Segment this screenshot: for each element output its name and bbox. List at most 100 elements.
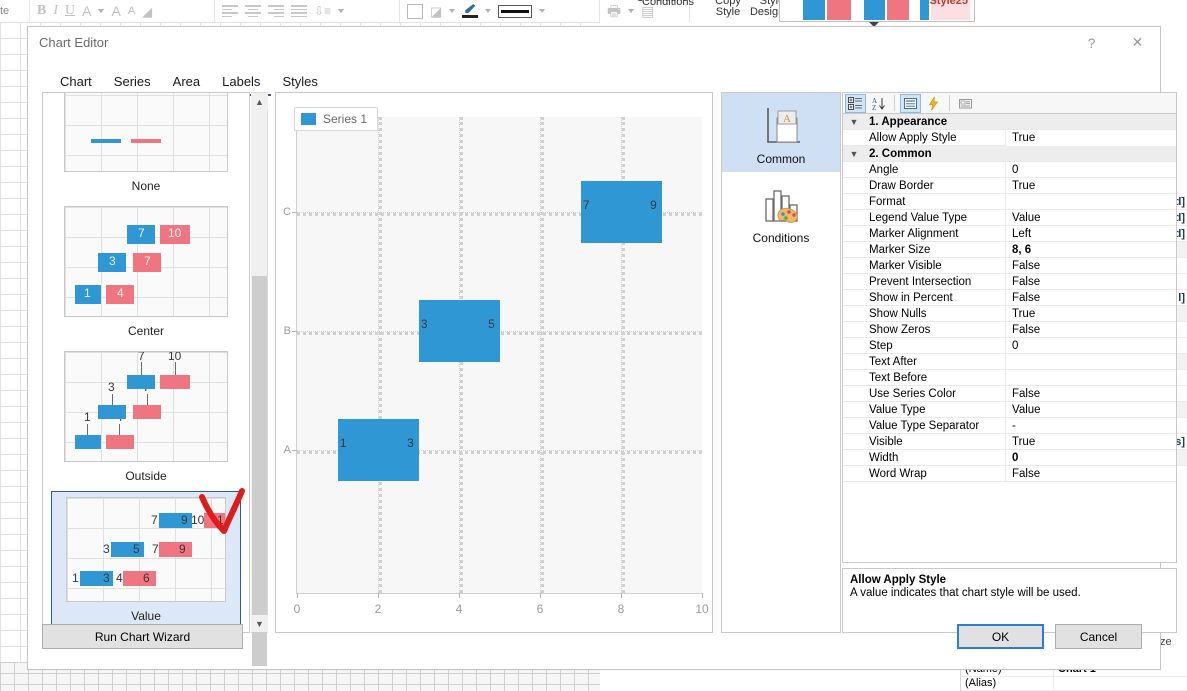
label-position-list[interactable]: None 1 4 3 7 7 10 Center 1 3 7 10 Outsid… bbox=[42, 92, 250, 633]
property-row-word-wrap[interactable]: Word Wrap False bbox=[843, 465, 1176, 482]
ok-button[interactable]: OK bbox=[957, 624, 1044, 649]
property-row-marker-size[interactable]: Marker Size 8, 6 bbox=[843, 241, 1176, 258]
chevron-down-icon[interactable] bbox=[628, 9, 635, 13]
bold-icon[interactable]: B bbox=[37, 4, 46, 18]
printer-icon[interactable]: 🖶 bbox=[607, 4, 621, 19]
property-row-step[interactable]: Step 0 bbox=[843, 337, 1176, 354]
properties-icon[interactable] bbox=[900, 93, 921, 113]
chevron-down-icon[interactable] bbox=[338, 9, 345, 13]
property-value[interactable]: False bbox=[1005, 289, 1176, 306]
property-group-appearance[interactable]: ▼ 1. Appearance bbox=[843, 114, 1176, 130]
property-row-value-type[interactable]: Value Type Value bbox=[843, 401, 1176, 418]
paste-icon[interactable]: te bbox=[0, 5, 9, 17]
property-value[interactable]: False bbox=[1005, 321, 1176, 338]
chart-plot-area: A B C 0 2 4 6 8 10 1 3 3 5 7 9 bbox=[283, 117, 709, 616]
property-row-prevent-intersection[interactable]: Prevent Intersection False bbox=[843, 273, 1176, 290]
property-value[interactable]: Left bbox=[1005, 225, 1176, 242]
property-row-allow-apply-style[interactable]: Allow Apply Style True bbox=[843, 129, 1176, 146]
align-left-icon[interactable] bbox=[222, 5, 238, 17]
property-value[interactable]: True bbox=[1005, 129, 1176, 146]
property-value[interactable]: False bbox=[1005, 385, 1176, 402]
property-value[interactable]: - bbox=[1005, 417, 1176, 434]
property-value[interactable]: False bbox=[1005, 273, 1176, 290]
label-position-option-none[interactable]: None bbox=[51, 93, 241, 201]
underline-icon[interactable]: U bbox=[65, 4, 75, 18]
property-row-show-zeros[interactable]: Show Zeros False bbox=[843, 321, 1176, 338]
events-lightning-icon[interactable] bbox=[923, 94, 944, 113]
mini-label: 5 bbox=[133, 542, 140, 556]
chevron-down-icon[interactable] bbox=[449, 9, 456, 13]
property-row-text-before[interactable]: Text Before bbox=[843, 369, 1176, 386]
border-style-icon[interactable]: ◪ bbox=[430, 5, 442, 18]
property-value[interactable]: True bbox=[1005, 305, 1176, 322]
property-row-show-nulls[interactable]: Show Nulls True bbox=[843, 305, 1176, 322]
property-row-visible[interactable]: Visible True bbox=[843, 433, 1176, 450]
scroll-up-icon[interactable]: ▲ bbox=[251, 93, 268, 110]
chevron-down-icon[interactable] bbox=[539, 9, 546, 13]
property-row-width[interactable]: Width 0 bbox=[843, 449, 1176, 466]
property-group-common[interactable]: ▼ 2. Common bbox=[843, 146, 1176, 162]
property-row-angle[interactable]: Angle 0 bbox=[843, 161, 1176, 178]
property-value[interactable]: True bbox=[1005, 177, 1176, 194]
property-value[interactable]: Value bbox=[1005, 401, 1176, 418]
property-key: Value Type Separator bbox=[869, 419, 980, 432]
property-value[interactable] bbox=[1005, 369, 1176, 386]
label-position-option-outside[interactable]: 1 4 3 7 7 10 Outside bbox=[51, 351, 241, 491]
categorized-icon[interactable] bbox=[845, 93, 866, 113]
property-value[interactable] bbox=[1005, 353, 1176, 370]
align-center-icon[interactable] bbox=[245, 5, 261, 17]
border-box-icon[interactable] bbox=[407, 3, 423, 19]
italic-icon[interactable]: I bbox=[53, 4, 58, 18]
property-key: Marker Visible bbox=[869, 259, 942, 272]
property-row-draw-border[interactable]: Draw Border True bbox=[843, 177, 1176, 194]
property-key: Show in Percent bbox=[869, 291, 953, 304]
font-color-icon[interactable]: A bbox=[82, 4, 91, 18]
text-direction-icon[interactable]: ⇩≡ bbox=[314, 5, 331, 17]
category-item-conditions[interactable]: Conditions bbox=[722, 172, 840, 251]
property-value[interactable]: 0 bbox=[1005, 337, 1176, 354]
property-value[interactable]: 0 bbox=[1005, 161, 1176, 178]
property-row-value-type-separator[interactable]: Value Type Separator - bbox=[843, 417, 1176, 434]
property-value[interactable]: False bbox=[1005, 257, 1176, 274]
run-chart-wizard-button[interactable]: Run Chart Wizard bbox=[42, 624, 243, 649]
help-icon[interactable]: ? bbox=[1069, 27, 1114, 58]
cancel-button[interactable]: Cancel bbox=[1055, 624, 1142, 649]
property-grid[interactable]: ▼ 1. Appearance Allow Apply Style True ▼… bbox=[842, 114, 1177, 563]
shrink-font-icon[interactable]: A bbox=[128, 5, 135, 17]
close-icon[interactable]: ✕ bbox=[1115, 27, 1160, 58]
property-value[interactable]: 8, 6 bbox=[1005, 241, 1176, 258]
chevron-down-icon[interactable] bbox=[98, 9, 105, 13]
chart-bar-label-b-end: 5 bbox=[488, 316, 495, 331]
label-position-option-center[interactable]: 1 4 3 7 7 10 Center bbox=[51, 206, 241, 346]
chevron-down-icon[interactable]: ▼ bbox=[843, 117, 865, 127]
property-row-format[interactable]: Format bbox=[843, 193, 1176, 210]
property-row-show-in-percent[interactable]: Show in Percent False bbox=[843, 289, 1176, 306]
clear-formatting-icon[interactable]: ◢ bbox=[142, 5, 152, 18]
property-row-text-after[interactable]: Text After bbox=[843, 353, 1176, 370]
mini-label: 1 bbox=[217, 513, 224, 527]
grow-font-icon[interactable]: A bbox=[111, 4, 120, 18]
chevron-down-icon[interactable]: ▼ bbox=[843, 149, 865, 159]
scrollbar-thumb[interactable] bbox=[252, 276, 267, 666]
align-right-icon[interactable] bbox=[268, 5, 284, 17]
property-value[interactable]: 0 bbox=[1005, 449, 1176, 466]
mini-label: 1 bbox=[84, 286, 91, 300]
property-value[interactable]: False bbox=[1005, 465, 1176, 482]
legend-label: Series 1 bbox=[323, 112, 368, 126]
property-value[interactable]: True bbox=[1005, 433, 1176, 450]
property-pages-icon[interactable] bbox=[955, 94, 976, 113]
label-category-list[interactable]: A Common Conditions bbox=[721, 92, 841, 633]
chevron-down-icon[interactable] bbox=[485, 9, 492, 13]
category-item-common[interactable]: A Common bbox=[722, 93, 840, 172]
label-list-scrollbar[interactable]: ▲ ▼ bbox=[251, 92, 268, 666]
property-value[interactable]: Value bbox=[1005, 209, 1176, 226]
line-width-icon[interactable] bbox=[498, 4, 533, 18]
property-row-marker-alignment[interactable]: Marker Alignment Left bbox=[843, 225, 1176, 242]
property-value[interactable] bbox=[1005, 193, 1176, 210]
alphabetical-sort-icon[interactable]: A Z bbox=[868, 94, 889, 113]
property-row-legend-value-type[interactable]: Legend Value Type Value bbox=[843, 209, 1176, 226]
border-color-icon[interactable] bbox=[462, 4, 479, 18]
property-row-use-series-color[interactable]: Use Series Color False bbox=[843, 385, 1176, 402]
property-row-marker-visible[interactable]: Marker Visible False bbox=[843, 257, 1176, 274]
align-justify-icon[interactable] bbox=[291, 5, 307, 17]
